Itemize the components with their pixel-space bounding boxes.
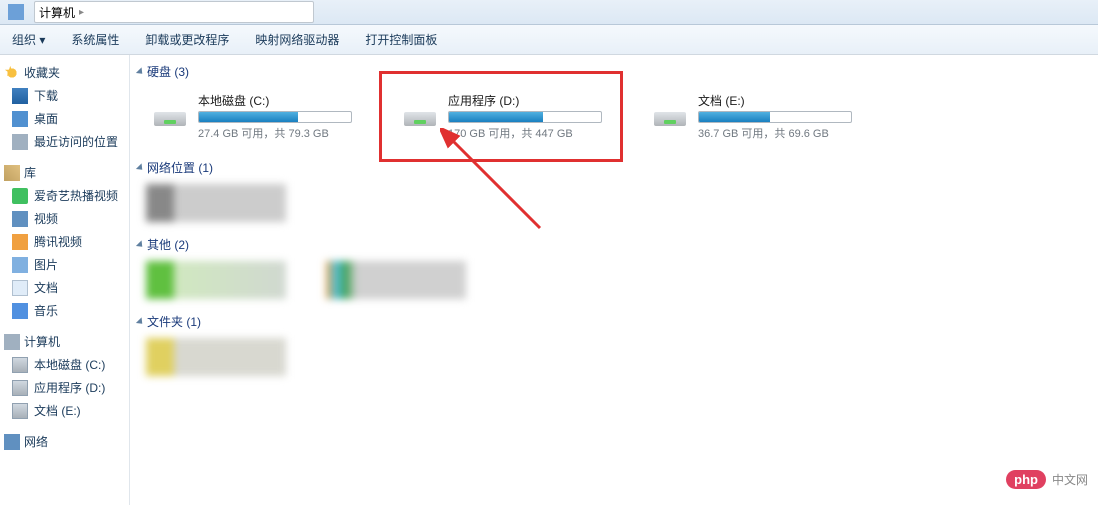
computer-icon	[8, 4, 24, 20]
star-icon	[4, 65, 20, 81]
main-area: 收藏夹 下载 桌面 最近访问的位置 库 爱奇艺热播视频 视频 腾讯视频 图片 文…	[0, 55, 1098, 505]
drive-item-c[interactable]: 本地磁盘 (C:) 27.4 GB 可用，共 79.3 GB	[146, 88, 356, 145]
section-header-folders[interactable]: 文件夹 (1)	[138, 311, 1090, 332]
sidebar-label: 库	[24, 164, 36, 181]
download-icon	[12, 88, 28, 104]
drive-icon	[400, 92, 440, 128]
drive-icon	[650, 92, 690, 128]
tencent-icon	[12, 234, 28, 250]
drive-icon	[12, 357, 28, 373]
sidebar-label: 计算机	[24, 333, 60, 350]
document-icon	[12, 280, 28, 296]
sidebar-item-desktop[interactable]: 桌面	[0, 107, 129, 130]
music-icon	[12, 303, 28, 319]
sidebar-item-video[interactable]: 视频	[0, 207, 129, 230]
chevron-down-icon	[136, 67, 145, 76]
toolbar: 组织 ▾ 系统属性 卸载或更改程序 映射网络驱动器 打开控制面板	[0, 25, 1098, 55]
drive-icon	[150, 92, 190, 128]
drive-item-d[interactable]: 应用程序 (D:) 170 GB 可用，共 447 GB	[396, 88, 606, 145]
list-item[interactable]	[146, 184, 286, 222]
capacity-bar	[698, 111, 852, 123]
recent-icon	[12, 134, 28, 150]
window-titlebar: 计算机 ▸	[0, 0, 1098, 25]
desktop-icon	[12, 111, 28, 127]
sidebar-network-header[interactable]: 网络	[0, 430, 129, 453]
organize-button[interactable]: 组织 ▾	[8, 29, 49, 50]
open-control-panel-button[interactable]: 打开控制面板	[361, 29, 441, 50]
sidebar-item-documents[interactable]: 文档	[0, 276, 129, 299]
iqiyi-icon	[12, 188, 28, 204]
list-item[interactable]	[326, 261, 466, 299]
watermark-badge: php	[1006, 470, 1046, 489]
network-icon	[4, 434, 20, 450]
sidebar-item-drive-c[interactable]: 本地磁盘 (C:)	[0, 353, 129, 376]
address-bar[interactable]: 计算机 ▸	[34, 1, 314, 23]
section-header-other[interactable]: 其他 (2)	[138, 234, 1090, 255]
capacity-bar	[198, 111, 352, 123]
sidebar-item-pictures[interactable]: 图片	[0, 253, 129, 276]
list-item[interactable]	[146, 261, 286, 299]
video-icon	[12, 211, 28, 227]
chevron-down-icon	[136, 240, 145, 249]
content-pane: 硬盘 (3) 本地磁盘 (C:) 27.4 GB 可用，共 79.3 GB 应用…	[130, 55, 1098, 505]
watermark-text: 中文网	[1052, 471, 1088, 488]
sidebar-item-drive-d[interactable]: 应用程序 (D:)	[0, 376, 129, 399]
sidebar-item-iqiyi[interactable]: 爱奇艺热播视频	[0, 184, 129, 207]
drive-icon	[12, 403, 28, 419]
sidebar: 收藏夹 下载 桌面 最近访问的位置 库 爱奇艺热播视频 视频 腾讯视频 图片 文…	[0, 55, 130, 505]
sidebar-favorites-header[interactable]: 收藏夹	[0, 61, 129, 84]
computer-icon	[4, 334, 20, 350]
list-item[interactable]	[146, 338, 286, 376]
chevron-down-icon	[136, 163, 145, 172]
library-icon	[4, 165, 20, 181]
drives-row: 本地磁盘 (C:) 27.4 GB 可用，共 79.3 GB 应用程序 (D:)…	[138, 88, 1090, 145]
sidebar-item-music[interactable]: 音乐	[0, 299, 129, 322]
system-properties-button[interactable]: 系统属性	[67, 29, 123, 50]
sidebar-item-recent[interactable]: 最近访问的位置	[0, 130, 129, 153]
chevron-down-icon	[136, 317, 145, 326]
map-network-drive-button[interactable]: 映射网络驱动器	[251, 29, 343, 50]
uninstall-programs-button[interactable]: 卸载或更改程序	[141, 29, 233, 50]
address-path: 计算机	[39, 4, 75, 21]
section-header-drives[interactable]: 硬盘 (3)	[138, 61, 1090, 82]
chevron-right-icon[interactable]: ▸	[79, 7, 84, 18]
sidebar-label: 网络	[24, 433, 48, 450]
sidebar-computer-header[interactable]: 计算机	[0, 330, 129, 353]
sidebar-library-header[interactable]: 库	[0, 161, 129, 184]
drive-icon	[12, 380, 28, 396]
capacity-bar	[448, 111, 602, 123]
sidebar-label: 收藏夹	[24, 64, 60, 81]
sidebar-item-drive-e[interactable]: 文档 (E:)	[0, 399, 129, 422]
sidebar-item-downloads[interactable]: 下载	[0, 84, 129, 107]
picture-icon	[12, 257, 28, 273]
watermark: php 中文网	[1006, 470, 1088, 489]
sidebar-item-tencent[interactable]: 腾讯视频	[0, 230, 129, 253]
section-header-network[interactable]: 网络位置 (1)	[138, 157, 1090, 178]
drive-item-e[interactable]: 文档 (E:) 36.7 GB 可用，共 69.6 GB	[646, 88, 856, 145]
